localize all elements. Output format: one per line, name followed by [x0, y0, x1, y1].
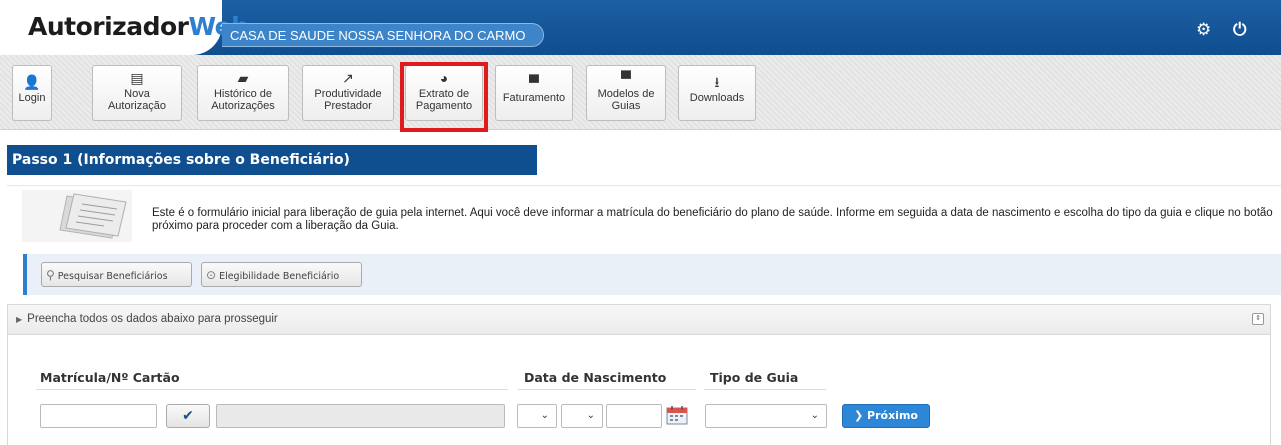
panel-title: Preencha todos os dados abaixo para pros…	[27, 313, 278, 325]
validate-card-button[interactable]: ✔	[166, 404, 210, 428]
download-icon: ⭳	[714, 74, 720, 90]
toolbar-label: Login	[18, 92, 46, 104]
check-circle-icon: ⊙	[206, 268, 217, 282]
documents-illustration	[22, 190, 132, 242]
label-underline	[704, 389, 826, 390]
toolbar-label: Autorização	[107, 100, 167, 112]
button-label: Próximo	[867, 409, 918, 422]
collapse-icon[interactable]: ⇕	[1252, 313, 1264, 325]
button-label: Pesquisar Beneficiários	[57, 271, 168, 282]
toolbar-downloads-button[interactable]: ⭳ Downloads	[678, 65, 756, 121]
archive-icon: ▀	[529, 74, 539, 90]
toolbar-label: Faturamento	[502, 92, 566, 104]
card-number-label: Matrícula/Nº Cartão	[40, 370, 180, 385]
highlight-box	[400, 62, 488, 132]
chevron-down-icon: ⌄	[810, 410, 819, 421]
toolbar-faturamento-button[interactable]: ▀ Faturamento	[495, 65, 573, 121]
birth-month-select[interactable]: ⌄	[561, 404, 603, 428]
step-title: Passo 1 (Informações sobre o Beneficiári…	[7, 145, 537, 175]
toolbar-label: Prestador	[324, 100, 372, 112]
button-label: Elegibilidade Beneficiário	[219, 271, 340, 282]
toolbar-label: Produtividade	[314, 88, 382, 100]
toolbar-modelos-button[interactable]: ▀ Modelos de Guias	[586, 65, 666, 121]
main-toolbar: 👤 Login ▤ Nova Autorização ▰ Histórico d…	[0, 55, 1281, 130]
checkmark-icon: ✔	[182, 408, 194, 424]
user-icon: 👤	[23, 74, 41, 90]
folder-icon: ▰	[237, 70, 249, 86]
app-header: AutorizadorWeb CASA DE SAUDE NOSSA SENHO…	[0, 0, 1281, 55]
beneficiary-name-field	[216, 404, 505, 428]
toolbar-label: Nova	[124, 88, 150, 100]
toolbar-produtividade-button[interactable]: ↗ Produtividade Prestador	[302, 65, 394, 121]
search-panel: ⚲ Pesquisar Beneficiários ⊙ Elegibilidade …	[23, 254, 1281, 295]
line-chart-icon: ↗	[342, 70, 354, 86]
divider	[7, 185, 1281, 186]
toolbar-label: Modelos de	[597, 88, 655, 100]
caret-right-icon: ▶	[16, 315, 23, 324]
label-underline	[36, 389, 508, 390]
next-button[interactable]: ❯ Próximo	[842, 404, 930, 428]
label-underline	[518, 389, 696, 390]
archive-icon: ▀	[621, 70, 631, 86]
toolbar-login-button[interactable]: 👤 Login	[12, 65, 52, 121]
logo-text-main: Autorizador	[28, 12, 189, 41]
chevron-right-icon: ❯	[854, 409, 868, 422]
gear-icon[interactable]: ⚙	[1196, 20, 1211, 40]
intro-text: Este é o formulário inicial para liberaç…	[152, 207, 1273, 232]
birth-day-select[interactable]: ⌄	[517, 404, 557, 428]
toolbar-label: Downloads	[689, 92, 745, 104]
birth-date-label: Data de Nascimento	[524, 370, 667, 385]
toolbar-nova-autorizacao-button[interactable]: ▤ Nova Autorização	[92, 65, 182, 121]
chevron-down-icon: ⌄	[586, 410, 595, 421]
form-icon: ▤	[130, 70, 144, 86]
panel-header[interactable]: ▶ Preencha todos os dados abaixo para pro…	[8, 305, 1270, 335]
calendar-icon[interactable]	[666, 405, 688, 425]
card-number-input[interactable]	[40, 404, 157, 428]
toolbar-label: Guias	[611, 100, 641, 112]
guide-type-select[interactable]: ⌄	[705, 404, 827, 428]
app-logo[interactable]: AutorizadorWeb	[28, 12, 249, 41]
toolbar-label: Autorizações	[211, 100, 275, 112]
power-icon[interactable]: ⏻	[1233, 20, 1246, 40]
chevron-down-icon: ⌄	[540, 410, 549, 421]
birth-year-input[interactable]	[606, 404, 662, 428]
toolbar-label: Histórico de	[213, 88, 273, 100]
logo-area: AutorizadorWeb	[0, 0, 249, 55]
search-icon: ⚲	[46, 268, 55, 282]
toolbar-historico-button[interactable]: ▰ Histórico de Autorizações	[197, 65, 289, 121]
clinic-name: CASA DE SAUDE NOSSA SENHORA DO CARMO	[222, 23, 545, 47]
eligibility-button[interactable]: ⊙ Elegibilidade Beneficiário	[201, 262, 362, 287]
search-beneficiaries-button[interactable]: ⚲ Pesquisar Beneficiários	[41, 262, 192, 287]
guide-type-label: Tipo de Guia	[710, 370, 799, 385]
